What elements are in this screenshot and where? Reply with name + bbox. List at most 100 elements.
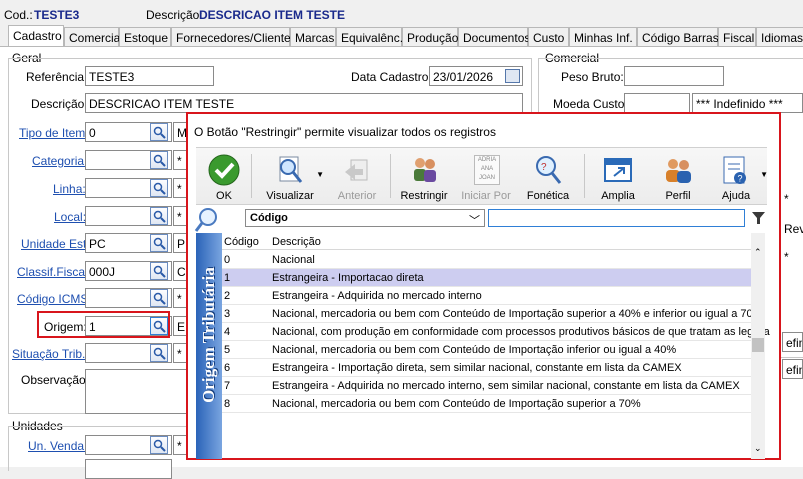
start-by-icon-line: ADRIA bbox=[477, 157, 497, 163]
origem-highlight-box bbox=[37, 311, 170, 338]
data-cadastro-label: Data Cadastro: bbox=[351, 70, 432, 84]
classif-fiscal-search-button[interactable] bbox=[150, 262, 168, 280]
table-row[interactable]: 4 Nacional, com produção em conformidade … bbox=[222, 323, 770, 341]
anterior-button[interactable]: Anterior bbox=[330, 152, 384, 202]
origem-desc: E bbox=[173, 316, 187, 336]
row-desc: Nacional, mercadoria ou bem com Conteúdo… bbox=[272, 344, 677, 356]
desc-value: DESCRICAO ITEM TESTE bbox=[199, 8, 346, 22]
un-extra-field[interactable] bbox=[85, 459, 172, 479]
column-header-codigo[interactable]: Código bbox=[224, 236, 259, 248]
classif-fiscal-link[interactable]: Classif.Fiscal: bbox=[17, 265, 91, 279]
data-cadastro-field[interactable]: 23/01/2026 bbox=[429, 66, 523, 86]
codigo-icms-desc: * bbox=[173, 288, 187, 308]
tab-fornecedores[interactable]: Fornecedores/Clientes bbox=[171, 27, 297, 47]
table-row[interactable]: 6 Estrangeira - Importação direta, sem si… bbox=[222, 359, 751, 377]
tab-cadastro[interactable]: Cadastro bbox=[8, 25, 64, 47]
perfil-button[interactable]: Perfil bbox=[652, 152, 704, 202]
profile-people-icon bbox=[666, 159, 691, 183]
ok-label: OK bbox=[216, 190, 232, 202]
tab-codigo-barras[interactable]: Código Barras bbox=[637, 27, 719, 47]
tab-documentos[interactable]: Documentos bbox=[458, 27, 530, 47]
magnifier-icon bbox=[153, 292, 166, 305]
tab-comercial[interactable]: Comercial bbox=[64, 27, 123, 47]
toolbar-separator bbox=[251, 154, 252, 198]
situacao-trib-link[interactable]: Situação Trib.: bbox=[12, 347, 89, 361]
table-row[interactable]: 2 Estrangeira - Adquirida no mercado inte… bbox=[222, 287, 751, 305]
tipo-item-search-button[interactable] bbox=[150, 123, 168, 141]
results-grid: Código Descrição 0 Nacional 1 Estrangeira … bbox=[222, 233, 770, 459]
restringir-button[interactable]: Restringir bbox=[396, 152, 452, 202]
amplia-label: Amplia bbox=[601, 190, 635, 202]
tipo-item-desc: M bbox=[173, 122, 187, 142]
table-row[interactable]: 3 Nacional, mercadoria ou bem com Conteúd… bbox=[222, 305, 762, 323]
visualizar-button[interactable]: Visualizar ▼ bbox=[258, 152, 324, 202]
local-link[interactable]: Local: bbox=[54, 210, 86, 224]
right-clip-2: Reve bbox=[784, 222, 803, 236]
search-field-select[interactable]: Código ﹀ bbox=[245, 209, 485, 227]
un-venda-search-button[interactable] bbox=[150, 436, 168, 454]
tab-marcas[interactable]: Marcas bbox=[290, 27, 336, 47]
categoria-link[interactable]: Categoria: bbox=[32, 154, 87, 168]
filter-icon[interactable] bbox=[751, 210, 766, 226]
table-row-selected[interactable]: 1 Estrangeira - Importacao direta bbox=[222, 269, 751, 287]
grid-vertical-scrollbar[interactable]: ⌃ ⌄ bbox=[751, 233, 765, 459]
row-code: 7 bbox=[224, 380, 231, 392]
moeda-custo-field[interactable] bbox=[624, 93, 690, 113]
row-desc: Nacional, com produção em conformidade c… bbox=[272, 326, 770, 338]
table-row[interactable]: 8 Nacional, mercadoria ou bem com Conteúd… bbox=[222, 395, 751, 413]
row-desc: Estrangeira - Adquirida no mercado inter… bbox=[272, 380, 740, 392]
descricao-field[interactable]: DESCRICAO ITEM TESTE bbox=[85, 93, 523, 113]
moeda-custo-desc: *** Indefinido *** bbox=[692, 93, 803, 113]
calendar-icon[interactable] bbox=[505, 69, 520, 83]
table-row[interactable]: 7 Estrangeira - Adquirida no mercado inte… bbox=[222, 377, 751, 395]
amplia-button[interactable]: Amplia bbox=[592, 152, 644, 202]
row-code: 0 bbox=[224, 254, 231, 266]
record-header: Cod.: TESTE3 Descrição: DESCRICAO ITEM T… bbox=[0, 0, 803, 26]
search-field-value: Código bbox=[250, 212, 288, 224]
fonetica-button[interactable]: ? Fonética bbox=[520, 152, 576, 202]
iniciar-por-label: Iniciar Por bbox=[461, 190, 511, 202]
linha-search-button[interactable] bbox=[150, 179, 168, 197]
restringir-label: Restringir bbox=[400, 190, 448, 202]
magnifier-icon bbox=[153, 154, 166, 167]
categoria-search-button[interactable] bbox=[150, 151, 168, 169]
tab-producao[interactable]: Produção bbox=[402, 27, 458, 47]
column-header-descricao[interactable]: Descrição bbox=[272, 236, 321, 248]
referencia-field[interactable]: TESTE3 bbox=[85, 66, 214, 86]
tab-custo[interactable]: Custo bbox=[528, 27, 569, 47]
situacao-trib-search-button[interactable] bbox=[150, 344, 168, 362]
observacao-textarea[interactable] bbox=[85, 369, 187, 414]
tab-estoque[interactable]: Estoque bbox=[119, 27, 171, 47]
scrollbar-thumb[interactable] bbox=[752, 338, 764, 352]
peso-bruto-field[interactable] bbox=[624, 66, 724, 86]
magnifier-icon bbox=[153, 347, 166, 360]
local-search-button[interactable] bbox=[150, 207, 168, 225]
linha-link[interactable]: Linha: bbox=[53, 182, 86, 196]
scroll-up-icon[interactable]: ⌃ bbox=[754, 247, 762, 258]
search-input[interactable] bbox=[488, 209, 745, 227]
situacao-trib-desc: * bbox=[173, 343, 187, 363]
origem-tributaria-lookup-dialog: O Botão "Restringir" permite visualizar … bbox=[186, 112, 781, 460]
tab-fiscal[interactable]: Fiscal bbox=[718, 27, 756, 47]
tipo-item-link[interactable]: Tipo de Item: bbox=[19, 126, 89, 140]
codigo-icms-link[interactable]: Código ICMS: bbox=[17, 292, 92, 306]
unidade-est-link[interactable]: Unidade Est: bbox=[21, 237, 90, 251]
ajuda-dropdown-icon[interactable]: ▼ bbox=[760, 170, 768, 179]
un-venda-link[interactable]: Un. Venda: bbox=[28, 439, 87, 453]
tab-equivalenc[interactable]: Equivalênc. bbox=[336, 27, 403, 47]
tab-idiomas[interactable]: Idiomas bbox=[756, 27, 803, 47]
scroll-down-icon[interactable]: ⌄ bbox=[754, 443, 762, 454]
dialog-title: O Botão "Restringir" permite visualizar … bbox=[194, 125, 496, 139]
row-code: 6 bbox=[224, 362, 231, 374]
table-row[interactable]: 0 Nacional bbox=[222, 251, 751, 269]
unidade-est-search-button[interactable] bbox=[150, 234, 168, 252]
iniciar-por-button[interactable]: ADRIA ANA JOAN Iniciar Por bbox=[458, 152, 514, 202]
visualizar-dropdown-icon[interactable]: ▼ bbox=[316, 170, 324, 179]
row-code: 8 bbox=[224, 398, 231, 410]
ok-check-icon bbox=[208, 154, 240, 186]
tab-minhas-inf[interactable]: Minhas Inf. bbox=[569, 27, 637, 47]
ajuda-button[interactable]: ? Ajuda ▼ bbox=[708, 152, 768, 202]
table-row[interactable]: 5 Nacional, mercadoria ou bem com Conteúd… bbox=[222, 341, 751, 359]
codigo-icms-search-button[interactable] bbox=[150, 289, 168, 307]
ok-button[interactable]: OK bbox=[202, 152, 246, 202]
